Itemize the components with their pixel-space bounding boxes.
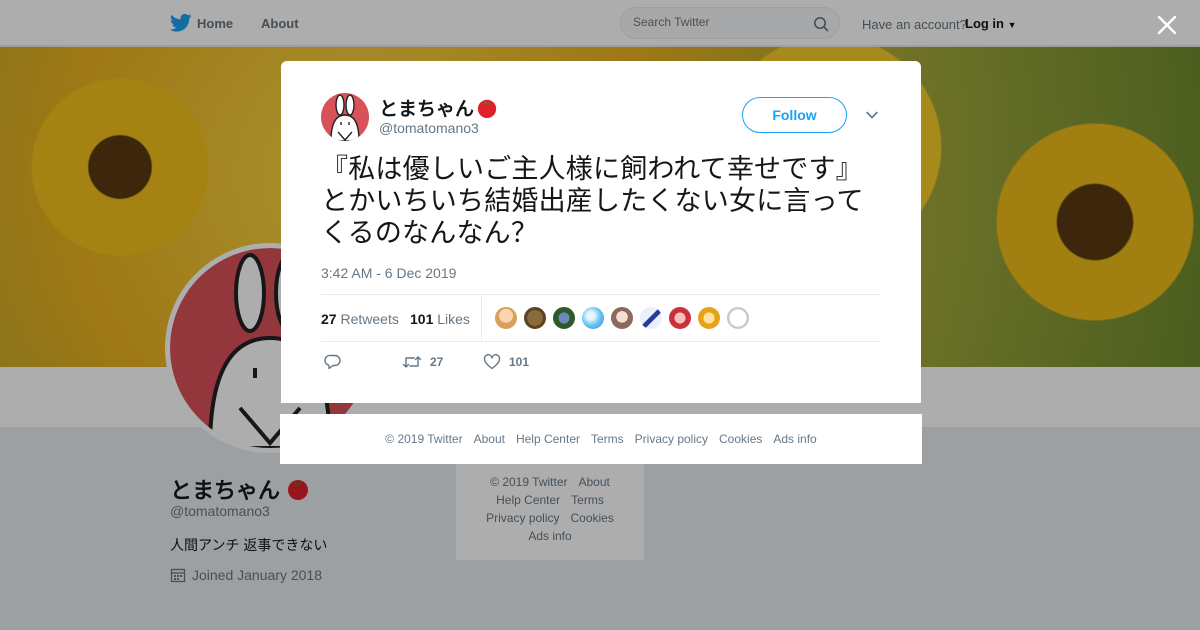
liker-avatar[interactable] xyxy=(726,306,750,330)
retweets-count: 27 xyxy=(321,311,337,327)
footer-copyright: © 2019 Twitter xyxy=(385,432,463,446)
chevron-down-icon[interactable] xyxy=(864,107,880,123)
tweet-modal: とまちゃん @tomatomano3 Follow 『私は優しいご主人様に飼われ… xyxy=(281,61,921,403)
footer-link-privacy[interactable]: Privacy policy xyxy=(635,432,708,446)
tweet-text: 『私は優しいご主人様に飼われて幸せです』とかいちいち結婚出産したくない女に言って… xyxy=(321,154,864,248)
retweets-label: Retweets xyxy=(340,311,399,327)
stats-divider xyxy=(481,295,482,341)
footer-link-help-center[interactable]: Help Center xyxy=(516,432,580,446)
retweet-button[interactable]: 27 xyxy=(402,353,443,371)
liker-avatar[interactable] xyxy=(697,306,721,330)
rabbit-avatar-icon xyxy=(321,93,369,141)
modal-footer: © 2019 Twitter About Help Center Terms P… xyxy=(280,414,922,464)
liker-avatar[interactable] xyxy=(668,306,692,330)
liker-avatar[interactable] xyxy=(494,306,518,330)
author-handle[interactable]: @tomatomano3 xyxy=(379,120,479,136)
retweet-icon xyxy=(402,356,422,368)
author-name-text: とまちゃん xyxy=(379,99,475,120)
tweet-timestamp[interactable]: 3:42 AM - 6 Dec 2019 xyxy=(321,265,456,281)
liker-avatar[interactable] xyxy=(639,306,663,330)
tweet-actions: 27 101 xyxy=(321,353,881,377)
footer-link-about[interactable]: About xyxy=(474,432,505,446)
likes-stat[interactable]: 101 Likes xyxy=(410,311,470,327)
likes-count: 101 xyxy=(410,311,434,327)
like-button[interactable]: 101 xyxy=(483,353,529,371)
footer-link-terms[interactable]: Terms xyxy=(591,432,624,446)
liker-avatar[interactable] xyxy=(523,306,547,330)
tomato-emoji-icon xyxy=(477,99,497,118)
heart-icon xyxy=(483,354,501,370)
reply-button[interactable] xyxy=(324,353,342,371)
likes-label: Likes xyxy=(437,311,470,327)
tweet-stats: 27 Retweets 101 Likes xyxy=(321,294,881,342)
footer-link-cookies[interactable]: Cookies xyxy=(719,432,762,446)
retweet-count: 27 xyxy=(430,355,444,369)
reply-icon xyxy=(324,354,341,370)
author-name[interactable]: とまちゃん xyxy=(379,94,498,121)
retweets-stat[interactable]: 27 Retweets xyxy=(321,311,399,327)
close-icon[interactable] xyxy=(1155,13,1179,37)
liker-avatar[interactable] xyxy=(552,306,576,330)
liker-avatar[interactable] xyxy=(610,306,634,330)
liker-avatar[interactable] xyxy=(581,306,605,330)
author-avatar[interactable] xyxy=(321,93,369,141)
footer-link-ads-info[interactable]: Ads info xyxy=(773,432,816,446)
follow-button[interactable]: Follow xyxy=(742,97,847,133)
like-count: 101 xyxy=(509,355,530,369)
